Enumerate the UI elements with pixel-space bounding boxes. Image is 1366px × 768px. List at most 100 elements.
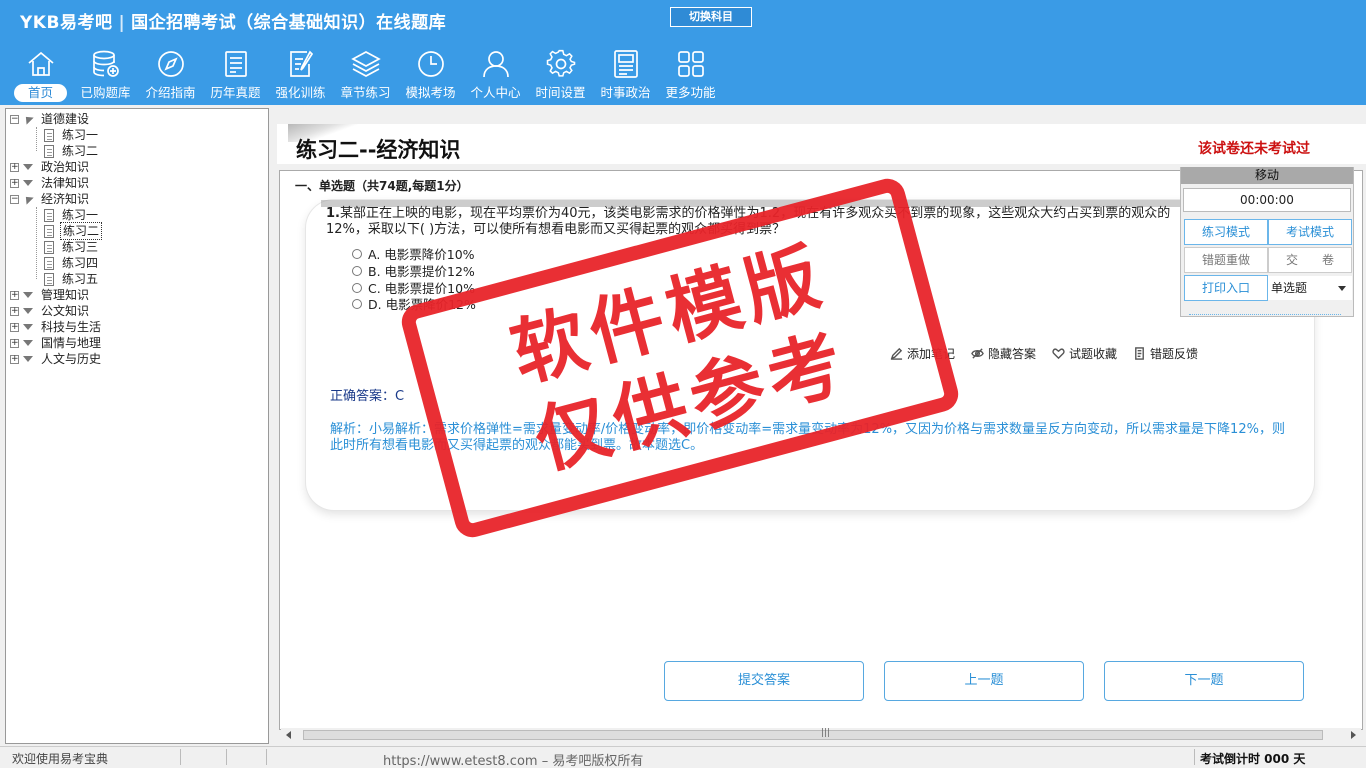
nav-purchased[interactable]: 已购题库	[73, 48, 138, 104]
folder-arrow-icon	[23, 308, 33, 314]
tree-label: 练习一	[62, 128, 99, 142]
expand-icon[interactable]: +	[10, 290, 19, 300]
submit-answer-button[interactable]: 提交答案	[664, 661, 864, 701]
exam-mode-button[interactable]: 考试模式	[1268, 219, 1352, 245]
nav-mock-exam[interactable]: 模拟考场	[398, 48, 463, 104]
correct-answer: 正确答案：C	[330, 389, 405, 404]
tree-category[interactable]: + 国情与地理	[10, 335, 103, 351]
tool-label: 隐藏答案	[988, 347, 1037, 361]
nav-profile[interactable]: 个人中心	[463, 48, 528, 104]
tree-category[interactable]: − 经济知识	[10, 191, 91, 207]
tree-exercise[interactable]: 练习二	[44, 222, 103, 240]
tree-category[interactable]: + 公文知识	[10, 303, 91, 319]
tree-label: 政治知识	[41, 160, 90, 174]
submit-paper-button[interactable]: 交 卷	[1268, 247, 1352, 273]
print-entry-button[interactable]: 打印入口	[1184, 275, 1268, 301]
status-bar: 欢迎使用易考宝典 https://www.etest8.com – 易考吧版权所…	[0, 746, 1366, 768]
nav-guide[interactable]: 介绍指南	[138, 48, 203, 104]
folder-arrow-icon	[23, 180, 33, 186]
nav-label: 介绍指南	[145, 85, 196, 100]
document-icon	[44, 240, 54, 254]
chevron-down-icon	[1338, 286, 1346, 291]
tree-category[interactable]: + 人文与历史	[10, 351, 103, 367]
exam-timer: 00:00:00	[1183, 188, 1351, 212]
nav-label: 时事政治	[600, 85, 651, 100]
grid-icon	[677, 51, 704, 77]
app-header: YKB易考吧 | 国企招聘考试（综合基础知识）在线题库 切换科目 首页 已购题库 介…	[0, 0, 1366, 105]
redo-wrong-button[interactable]: 错题重做	[1184, 247, 1268, 273]
nav-home[interactable]: 首页	[8, 48, 73, 104]
tree-label: 国情与地理	[41, 336, 102, 350]
tree-exercise[interactable]: 练习四	[44, 255, 100, 271]
tool-label: 错题反馈	[1150, 347, 1199, 361]
panel-drag-handle[interactable]: 移动	[1181, 167, 1353, 184]
favorite-button[interactable]: 试题收藏	[1052, 345, 1117, 362]
nav-label: 个人中心	[470, 85, 521, 100]
document-icon	[44, 144, 54, 158]
copyright-text: https://www.etest8.com – 易考吧版权所有	[383, 754, 644, 768]
practice-mode-button[interactable]: 练习模式	[1184, 219, 1268, 245]
radio-a[interactable]	[352, 248, 362, 259]
user-icon	[482, 51, 509, 78]
scroll-grip-icon: |||	[821, 728, 831, 738]
nav-past-papers[interactable]: 历年真题	[203, 48, 268, 104]
prev-question-button[interactable]: 上一题	[884, 661, 1084, 701]
expand-icon[interactable]: +	[10, 162, 19, 172]
tree-exercise[interactable]: 练习一	[44, 207, 100, 223]
home-icon	[27, 51, 54, 76]
panel-scroll-track[interactable]	[1189, 311, 1341, 315]
radio-b[interactable]	[352, 265, 362, 276]
app-logo: YKB易考吧 | 国企招聘考试（综合基础知识）在线题库	[20, 13, 447, 33]
hide-answer-button[interactable]: 隐藏答案	[971, 345, 1036, 362]
tree-category[interactable]: + 管理知识	[10, 287, 91, 303]
brand-name: YKB易考吧	[20, 13, 113, 33]
radio-c[interactable]	[352, 282, 362, 293]
scroll-left-icon[interactable]	[286, 731, 291, 739]
nav-current-affairs[interactable]: 时事政治	[593, 48, 658, 104]
nav-label: 强化训练	[275, 85, 326, 100]
edit-icon	[289, 50, 313, 77]
nav-label: 首页	[13, 84, 67, 102]
nav-more[interactable]: 更多功能	[658, 48, 723, 104]
next-question-button[interactable]: 下一题	[1104, 661, 1304, 701]
tree-label: 经济知识	[41, 192, 90, 206]
expand-icon[interactable]: +	[10, 354, 19, 364]
tree-exercise[interactable]: 练习一	[44, 127, 100, 143]
exam-countdown: 考试倒计时 000 天	[1200, 752, 1306, 766]
scrollbar-thumb[interactable]	[303, 730, 1323, 740]
nav-time-settings[interactable]: 时间设置	[528, 48, 593, 104]
question-type-select[interactable]: 单选题	[1268, 276, 1352, 300]
tree-category[interactable]: + 政治知识	[10, 159, 91, 175]
document-icon	[44, 256, 54, 270]
switch-subject-button[interactable]: 切换科目	[670, 7, 752, 27]
expand-icon[interactable]: +	[10, 322, 19, 332]
tree-exercise[interactable]: 练习三	[44, 239, 100, 255]
database-icon	[92, 50, 119, 77]
expand-icon[interactable]: +	[10, 306, 19, 316]
expand-icon[interactable]: +	[10, 338, 19, 348]
collapse-icon[interactable]: −	[10, 194, 19, 204]
tree-label: 练习四	[62, 256, 99, 270]
nav-label: 更多功能	[665, 85, 716, 100]
question-type-value: 单选题	[1271, 281, 1308, 295]
radio-d[interactable]	[352, 298, 362, 309]
tree-category[interactable]: + 法律知识	[10, 175, 91, 191]
nav-chapters[interactable]: 章节练习	[333, 48, 398, 104]
tree-exercise[interactable]: 练习二	[44, 143, 100, 159]
tree-category[interactable]: + 科技与生活	[10, 319, 103, 335]
nav-label: 模拟考场	[405, 85, 456, 100]
folder-arrow-icon	[23, 356, 33, 362]
main-nav: 首页 已购题库 介绍指南 历年真题 强化训练 章节练习 模拟考场 个人中心 时间…	[8, 48, 723, 104]
collapse-icon[interactable]: −	[10, 114, 19, 124]
nav-label: 历年真题	[210, 85, 261, 100]
feedback-button[interactable]: 错题反馈	[1133, 345, 1198, 362]
scroll-right-icon[interactable]	[1351, 731, 1356, 739]
nav-intensive[interactable]: 强化训练	[268, 48, 333, 104]
expand-icon[interactable]: +	[10, 178, 19, 188]
tree-category[interactable]: − 道德建设	[10, 111, 91, 127]
status-divider	[266, 749, 267, 765]
folder-arrow-icon	[22, 193, 34, 205]
tree-label: 练习二	[60, 222, 103, 240]
horizontal-scrollbar[interactable]: |||	[281, 728, 1361, 742]
tree-exercise[interactable]: 练习五	[44, 271, 100, 287]
